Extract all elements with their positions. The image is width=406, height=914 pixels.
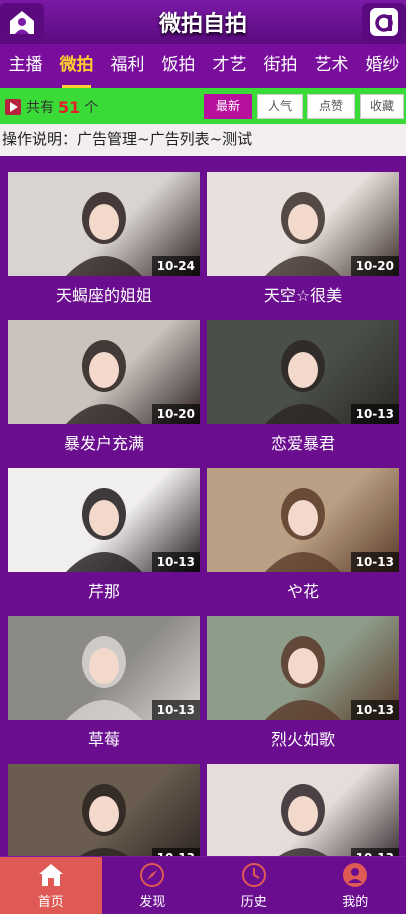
play-icon <box>5 99 21 115</box>
video-date: 10-13 <box>350 552 399 572</box>
clock-icon <box>240 861 268 889</box>
category-tab[interactable]: 微拍 <box>51 44 102 88</box>
video-thumbnail[interactable]: 10-13 <box>207 616 399 720</box>
video-card[interactable]: 10-13 芹那 <box>8 468 200 612</box>
person-silhouette <box>279 784 327 856</box>
video-thumbnail[interactable]: 10-13 <box>8 616 200 720</box>
nav-tab[interactable]: 我的 <box>305 857 406 914</box>
video-thumbnail[interactable]: 10-20 <box>8 320 200 424</box>
video-thumbnail[interactable]: 10-13 <box>8 764 200 856</box>
person-silhouette <box>80 784 128 856</box>
video-date: 10-13 <box>350 404 399 424</box>
video-title[interactable]: や花 <box>207 572 399 612</box>
sort-button[interactable]: 最新 <box>204 94 252 119</box>
nav-tab[interactable]: 首页 <box>0 857 102 914</box>
video-card[interactable]: 10-20 暴发户充满 <box>8 320 200 464</box>
sort-button[interactable]: 人气 <box>257 94 303 119</box>
count-suffix: 个 <box>84 100 99 116</box>
category-tab[interactable]: 饭拍 <box>153 44 204 88</box>
app-title: 微拍自拍 <box>158 12 247 37</box>
nav-tab-label: 历史 <box>240 895 267 910</box>
video-date: 10-24 <box>151 256 200 276</box>
video-card[interactable]: 10-24 天蝎座的姐姐 <box>8 172 200 316</box>
sort-button[interactable]: 收藏 <box>360 94 404 119</box>
category-tab[interactable]: 主播 <box>0 44 51 88</box>
video-title[interactable]: 天空☆很美 <box>207 276 399 316</box>
sort-button[interactable]: 点赞 <box>307 94 355 119</box>
video-count: 共有 51 个 <box>5 97 98 117</box>
video-date: 10-13 <box>350 700 399 720</box>
video-card[interactable]: 10-13 や花 <box>207 468 399 612</box>
category-tab[interactable]: 婚纱 <box>357 44 406 88</box>
video-title[interactable]: 草莓 <box>8 720 200 760</box>
user-icon <box>341 861 369 889</box>
video-date: 10-20 <box>350 256 399 276</box>
nav-tab-label: 发现 <box>139 895 166 910</box>
video-date: 10-13 <box>151 700 200 720</box>
video-title[interactable]: 天蝎座的姐姐 <box>8 276 200 316</box>
nav-tab-label: 我的 <box>342 895 369 910</box>
video-thumbnail[interactable]: 10-24 <box>8 172 200 276</box>
bottom-nav: 首页 发现 历史 我的 <box>0 856 406 914</box>
video-thumbnail[interactable]: 10-20 <box>207 172 399 276</box>
video-thumbnail[interactable]: 10-13 <box>207 764 399 856</box>
category-tab[interactable]: 福利 <box>102 44 153 88</box>
video-thumbnail[interactable]: 10-13 <box>8 468 200 572</box>
video-date: 10-20 <box>151 404 200 424</box>
category-tab[interactable]: 才艺 <box>204 44 255 88</box>
video-date: 10-13 <box>350 848 399 856</box>
video-card[interactable]: 10-20 天空☆很美 <box>207 172 399 316</box>
video-card[interactable]: 10-13 草莓 <box>8 616 200 760</box>
app-logo-icon <box>370 8 398 36</box>
video-card[interactable]: 10-13 <box>207 764 399 856</box>
nav-tab[interactable]: 历史 <box>203 857 305 914</box>
video-card[interactable]: 10-13 恋爱暴君 <box>207 320 399 464</box>
category-tab[interactable]: 艺术 <box>306 44 357 88</box>
video-card[interactable]: 10-13 烈火如歌 <box>207 616 399 760</box>
app-header: 微拍自拍 <box>0 0 406 44</box>
filter-bar: 共有 51 个 最新 人气 点赞 收藏 <box>0 88 406 124</box>
app-logo-button[interactable] <box>362 3 406 41</box>
video-date: 10-13 <box>151 552 200 572</box>
video-date: 10-13 <box>151 848 200 856</box>
count-number: 51 <box>58 97 81 117</box>
count-prefix: 共有 <box>26 100 54 116</box>
home-icon <box>37 861 65 889</box>
video-title[interactable]: 烈火如歌 <box>207 720 399 760</box>
video-grid: 10-24 天蝎座的姐姐 10-20 天空☆很美 10-20 暴发户充满 10-13 恋爱暴君… <box>0 156 406 856</box>
nav-tab-label: 首页 <box>37 895 64 910</box>
category-nav: 主播 微拍 福利 饭拍 才艺 街拍 艺术 婚纱 <box>0 44 406 88</box>
nav-tab[interactable]: 发现 <box>102 857 204 914</box>
video-thumbnail[interactable]: 10-13 <box>207 320 399 424</box>
notice-text: 操作说明：广告管理~广告列表~测试 <box>0 124 406 156</box>
video-thumbnail[interactable]: 10-13 <box>207 468 399 572</box>
video-title[interactable]: 芹那 <box>8 572 200 612</box>
category-tab[interactable]: 街拍 <box>255 44 306 88</box>
video-title[interactable]: 暴发户充满 <box>8 424 200 464</box>
compass-icon <box>138 861 166 889</box>
video-card[interactable]: 10-13 <box>8 764 200 856</box>
video-title[interactable]: 恋爱暴君 <box>207 424 399 464</box>
